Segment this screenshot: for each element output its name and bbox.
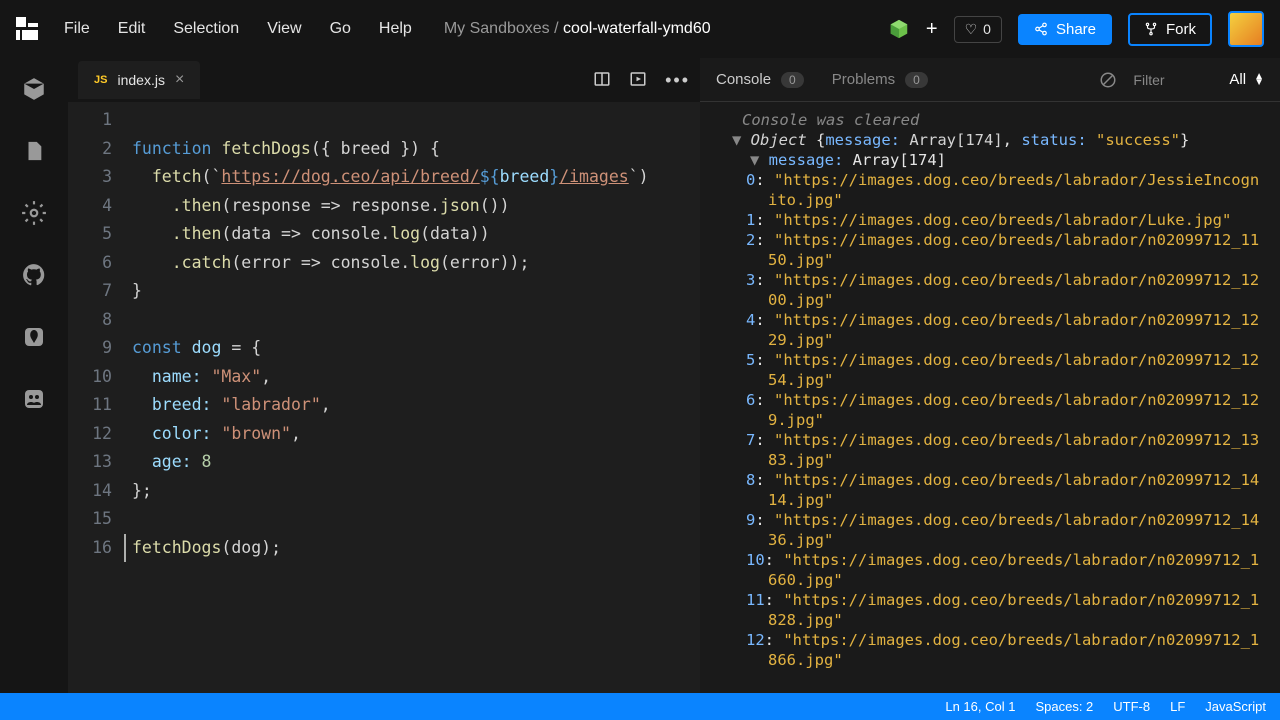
tab-console[interactable]: Console 0 [716,71,804,88]
console-object-root[interactable]: ▼ Object {message: Array[174], status: "… [724,130,1266,150]
menu-edit[interactable]: Edit [118,20,146,38]
problems-count-badge: 0 [905,72,928,88]
sidebar-live[interactable] [21,386,47,412]
app-logo[interactable] [16,17,40,41]
line-gutter: 12345678910111213141516 [68,102,124,693]
status-eol[interactable]: LF [1170,699,1185,714]
menu-view[interactable]: View [267,20,301,38]
console-array-item[interactable]: 2: "https://images.dog.ceo/breeds/labrad… [714,230,1266,270]
sidebar-github[interactable] [21,262,47,288]
status-spaces[interactable]: Spaces: 2 [1035,699,1093,714]
menu-selection[interactable]: Selection [173,20,239,38]
console-array-item[interactable]: 0: "https://images.dog.ceo/breeds/labrad… [714,170,1266,210]
preview-icon[interactable] [629,70,647,91]
breadcrumb-prefix: My Sandboxes / [444,20,563,37]
menu-help[interactable]: Help [379,20,412,38]
status-language[interactable]: JavaScript [1205,699,1266,714]
more-icon[interactable]: ••• [665,70,690,91]
console-array-item[interactable]: 7: "https://images.dog.ceo/breeds/labrad… [714,430,1266,470]
tab-problems[interactable]: Problems 0 [832,71,928,88]
split-editor-icon[interactable] [593,70,611,91]
console-array-item[interactable]: 4: "https://images.dog.ceo/breeds/labrad… [714,310,1266,350]
filter-input[interactable]: Filter [1133,72,1213,88]
likes-button[interactable]: ♡ 0 [954,16,1002,43]
console-array-item[interactable]: 6: "https://images.dog.ceo/breeds/labrad… [714,390,1266,430]
console-output[interactable]: Console was cleared ▼ Object {message: A… [700,102,1280,693]
fork-label: Fork [1166,21,1196,38]
breadcrumb[interactable]: My Sandboxes / cool-waterfall-ymd60 [444,20,711,38]
console-count-badge: 0 [781,72,804,88]
menu-go[interactable]: Go [330,20,351,38]
console-array-item[interactable]: 3: "https://images.dog.ceo/breeds/labrad… [714,270,1266,310]
console-array-item[interactable]: 12: "https://images.dog.ceo/breeds/labra… [714,630,1266,670]
console-array-item[interactable]: 1: "https://images.dog.ceo/breeds/labrad… [714,210,1266,230]
console-cleared-msg: Console was cleared [714,110,1266,130]
cursor [124,534,126,562]
breadcrumb-current: cool-waterfall-ymd60 [563,20,711,37]
tab-close-icon[interactable]: × [175,71,184,89]
avatar[interactable] [1228,11,1264,47]
js-badge: JS [94,74,107,86]
filter-select[interactable]: All ▲▼ [1229,71,1264,88]
add-icon[interactable]: + [926,18,938,41]
sidebar-deploy[interactable] [21,324,47,350]
console-array-item[interactable]: 11: "https://images.dog.ceo/breeds/labra… [714,590,1266,630]
sidebar-file[interactable] [21,138,47,164]
console-array-item[interactable]: 8: "https://images.dog.ceo/breeds/labrad… [714,470,1266,510]
share-label: Share [1056,21,1096,38]
console-message-array[interactable]: ▼ message: Array[174] [724,150,1266,170]
menu-file[interactable]: File [64,20,90,38]
heart-icon: ♡ [965,21,978,38]
status-position[interactable]: Ln 16, Col 1 [945,699,1015,714]
tab-label: index.js [117,72,164,88]
sidebar-explorer[interactable] [21,76,47,102]
likes-count: 0 [983,21,991,37]
fork-button[interactable]: Fork [1128,13,1212,46]
clear-console-icon[interactable] [1099,71,1117,89]
console-array-item[interactable]: 5: "https://images.dog.ceo/breeds/labrad… [714,350,1266,390]
console-array-item[interactable]: 10: "https://images.dog.ceo/breeds/labra… [714,550,1266,590]
status-encoding[interactable]: UTF-8 [1113,699,1150,714]
code-editor[interactable]: 12345678910111213141516 function fetchDo… [68,102,700,693]
chevron-updown-icon: ▲▼ [1254,74,1264,86]
deps-icon[interactable] [888,18,910,40]
console-array-item[interactable]: 9: "https://images.dog.ceo/breeds/labrad… [714,510,1266,550]
sidebar-settings[interactable] [21,200,47,226]
share-button[interactable]: Share [1018,14,1112,45]
tab-indexjs[interactable]: JS index.js × [78,61,200,99]
code-content[interactable]: function fetchDogs({ breed }) { fetch(`h… [124,102,700,693]
